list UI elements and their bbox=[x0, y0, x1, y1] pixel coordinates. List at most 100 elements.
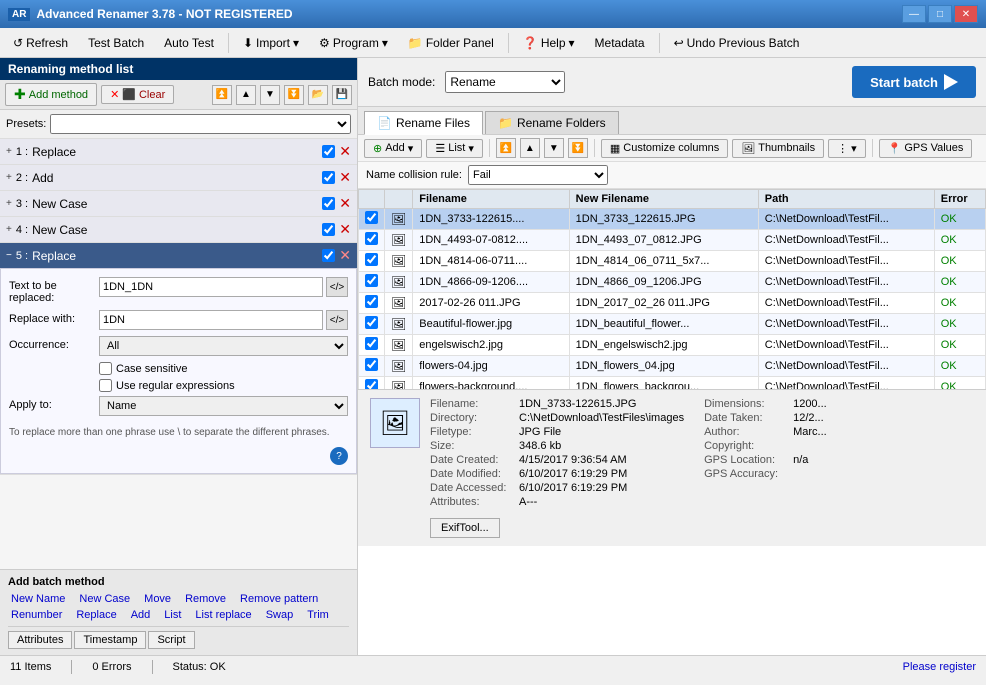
batch-link-replace[interactable]: Replace bbox=[73, 608, 119, 622]
method-5-header[interactable]: − 5 : Replace ✕ bbox=[0, 243, 357, 268]
method-3-delete[interactable]: ✕ bbox=[339, 195, 351, 212]
table-row[interactable]: 🖼 engelswisch2.jpg 1DN_engelswisch2.jpg … bbox=[359, 335, 986, 356]
table-row[interactable]: 🖼 flowers-background.... 1DN_flowers_bac… bbox=[359, 377, 986, 390]
auto-test-menu-button[interactable]: Auto Test bbox=[155, 32, 223, 54]
exiftool-button[interactable]: ExifTool... bbox=[430, 518, 500, 538]
folder-panel-button[interactable]: 📁 Folder Panel bbox=[399, 32, 503, 54]
table-row[interactable]: 🖼 1DN_3733-122615.... 1DN_3733_122615.JP… bbox=[359, 209, 986, 230]
move-top-button[interactable]: ⏫ bbox=[212, 85, 232, 105]
batch-link-swap[interactable]: Swap bbox=[263, 608, 297, 622]
regex-checkbox[interactable] bbox=[99, 379, 112, 392]
batch-link-list-replace[interactable]: List replace bbox=[192, 608, 254, 622]
script-tab[interactable]: Script bbox=[148, 631, 194, 649]
table-row[interactable]: 🖼 1DN_4866-09-1206.... 1DN_4866_09_1206.… bbox=[359, 272, 986, 293]
save-icon-button[interactable]: 💾 bbox=[332, 85, 352, 105]
table-move-down-button[interactable]: ▼ bbox=[544, 138, 564, 158]
move-down-button[interactable]: ▼ bbox=[260, 85, 280, 105]
close-button[interactable]: ✕ bbox=[954, 5, 978, 23]
row-checkbox[interactable] bbox=[365, 274, 378, 287]
col-filename[interactable]: Filename bbox=[413, 190, 569, 209]
text-to-replace-input[interactable] bbox=[99, 277, 323, 297]
row-checkbox[interactable] bbox=[365, 211, 378, 224]
occurrence-select[interactable]: All First Last bbox=[99, 336, 348, 356]
row-checkbox[interactable] bbox=[365, 316, 378, 329]
batch-link-list[interactable]: List bbox=[161, 608, 184, 622]
method-4-checkbox[interactable] bbox=[322, 223, 335, 236]
method-4-header[interactable]: + 4 : New Case ✕ bbox=[0, 217, 357, 242]
text-replace-code-button[interactable]: </> bbox=[326, 277, 348, 297]
list-button[interactable]: ☰ List ▾ bbox=[426, 139, 483, 158]
timestamp-tab[interactable]: Timestamp bbox=[74, 631, 146, 649]
collision-select[interactable]: Fail Skip Overwrite Append bbox=[468, 165, 608, 185]
method-1-header[interactable]: + 1 : Replace ✕ bbox=[0, 139, 357, 164]
maximize-button[interactable]: □ bbox=[928, 5, 952, 23]
col-error[interactable]: Error bbox=[934, 190, 985, 209]
metadata-menu-button[interactable]: Metadata bbox=[586, 32, 654, 54]
gps-values-button[interactable]: 📍 GPS Values bbox=[879, 139, 973, 158]
batch-link-new-name[interactable]: New Name bbox=[8, 592, 68, 606]
help-method-button[interactable]: ? bbox=[330, 447, 348, 465]
batch-link-remove[interactable]: Remove bbox=[182, 592, 229, 606]
table-move-top-button[interactable]: ⏫ bbox=[496, 138, 516, 158]
rename-files-tab[interactable]: 📄 Rename Files bbox=[364, 111, 483, 135]
row-checkbox[interactable] bbox=[365, 379, 378, 389]
batch-link-remove-pattern[interactable]: Remove pattern bbox=[237, 592, 321, 606]
batch-link-add[interactable]: Add bbox=[128, 608, 154, 622]
table-row[interactable]: 🖼 flowers-04.jpg 1DN_flowers_04.jpg C:\N… bbox=[359, 356, 986, 377]
table-move-up-button[interactable]: ▲ bbox=[520, 138, 540, 158]
customize-columns-button[interactable]: ▦ Customize columns bbox=[601, 139, 728, 158]
col-new-filename[interactable]: New Filename bbox=[569, 190, 758, 209]
test-batch-menu-button[interactable]: Test Batch bbox=[79, 32, 153, 54]
attributes-tab[interactable]: Attributes bbox=[8, 631, 72, 649]
apply-to-select[interactable]: Name Extension Name and Extension bbox=[99, 396, 348, 416]
add-method-button[interactable]: ✚ Add method bbox=[5, 83, 97, 106]
undo-button[interactable]: ↩ Undo Previous Batch bbox=[665, 32, 809, 54]
batch-mode-select[interactable]: Rename Copy Move bbox=[445, 71, 565, 93]
row-checkbox[interactable] bbox=[365, 358, 378, 371]
replace-with-code-button[interactable]: </> bbox=[326, 310, 348, 330]
minimize-button[interactable]: — bbox=[902, 5, 926, 23]
table-move-bottom-button[interactable]: ⏬ bbox=[568, 138, 588, 158]
method-5-checkbox[interactable] bbox=[322, 249, 335, 262]
refresh-menu-button[interactable]: ↺ Refresh bbox=[4, 32, 77, 54]
move-up-button[interactable]: ▲ bbox=[236, 85, 256, 105]
thumbnails-button[interactable]: 🖼 Thumbnails bbox=[732, 139, 824, 158]
rename-folders-tab[interactable]: 📁 Rename Folders bbox=[485, 111, 619, 134]
method-2-checkbox[interactable] bbox=[322, 171, 335, 184]
table-row[interactable]: 🖼 1DN_4814-06-0711.... 1DN_4814_06_0711_… bbox=[359, 251, 986, 272]
method-2-header[interactable]: + 2 : Add ✕ bbox=[0, 165, 357, 190]
program-menu-button[interactable]: ⚙ Program ▾ bbox=[310, 32, 397, 54]
table-row[interactable]: 🖼 Beautiful-flower.jpg 1DN_beautiful_flo… bbox=[359, 314, 986, 335]
start-batch-button[interactable]: Start batch bbox=[852, 66, 976, 98]
method-4-delete[interactable]: ✕ bbox=[339, 221, 351, 238]
table-row[interactable]: 🖼 2017-02-26 011.JPG 1DN_2017_02_26 011.… bbox=[359, 293, 986, 314]
folder-icon-button[interactable]: 📂 bbox=[308, 85, 328, 105]
row-checkbox[interactable] bbox=[365, 337, 378, 350]
method-1-checkbox[interactable] bbox=[322, 145, 335, 158]
batch-link-trim[interactable]: Trim bbox=[304, 608, 332, 622]
batch-link-move[interactable]: Move bbox=[141, 592, 174, 606]
clear-button[interactable]: ✕ ⬛ Clear bbox=[101, 85, 174, 104]
row-checkbox[interactable] bbox=[365, 232, 378, 245]
table-row[interactable]: 🖼 1DN_4493-07-0812.... 1DN_4493_07_0812.… bbox=[359, 230, 986, 251]
presets-select[interactable] bbox=[50, 114, 351, 134]
help-menu-button[interactable]: ❓ Help ▾ bbox=[514, 32, 584, 54]
replace-with-input[interactable] bbox=[99, 310, 323, 330]
case-sensitive-checkbox[interactable] bbox=[99, 362, 112, 375]
row-checkbox[interactable] bbox=[365, 295, 378, 308]
add-files-button[interactable]: ⊕ Add ▾ bbox=[364, 139, 422, 158]
method-1-delete[interactable]: ✕ bbox=[339, 143, 351, 160]
file-table-wrap[interactable]: Filename New Filename Path Error 🖼 1DN_3… bbox=[358, 189, 986, 389]
row-checkbox[interactable] bbox=[365, 253, 378, 266]
method-3-checkbox[interactable] bbox=[322, 197, 335, 210]
batch-link-new-case[interactable]: New Case bbox=[76, 592, 133, 606]
more-options-button[interactable]: ⋮ ▾ bbox=[828, 139, 866, 158]
col-path[interactable]: Path bbox=[758, 190, 934, 209]
method-5-delete[interactable]: ✕ bbox=[339, 247, 351, 264]
method-3-header[interactable]: + 3 : New Case ✕ bbox=[0, 191, 357, 216]
import-menu-button[interactable]: ⬇ Import ▾ bbox=[234, 32, 308, 54]
move-bottom-button[interactable]: ⏬ bbox=[284, 85, 304, 105]
register-link[interactable]: Please register bbox=[903, 661, 976, 673]
method-2-delete[interactable]: ✕ bbox=[339, 169, 351, 186]
batch-link-renumber[interactable]: Renumber bbox=[8, 608, 65, 622]
